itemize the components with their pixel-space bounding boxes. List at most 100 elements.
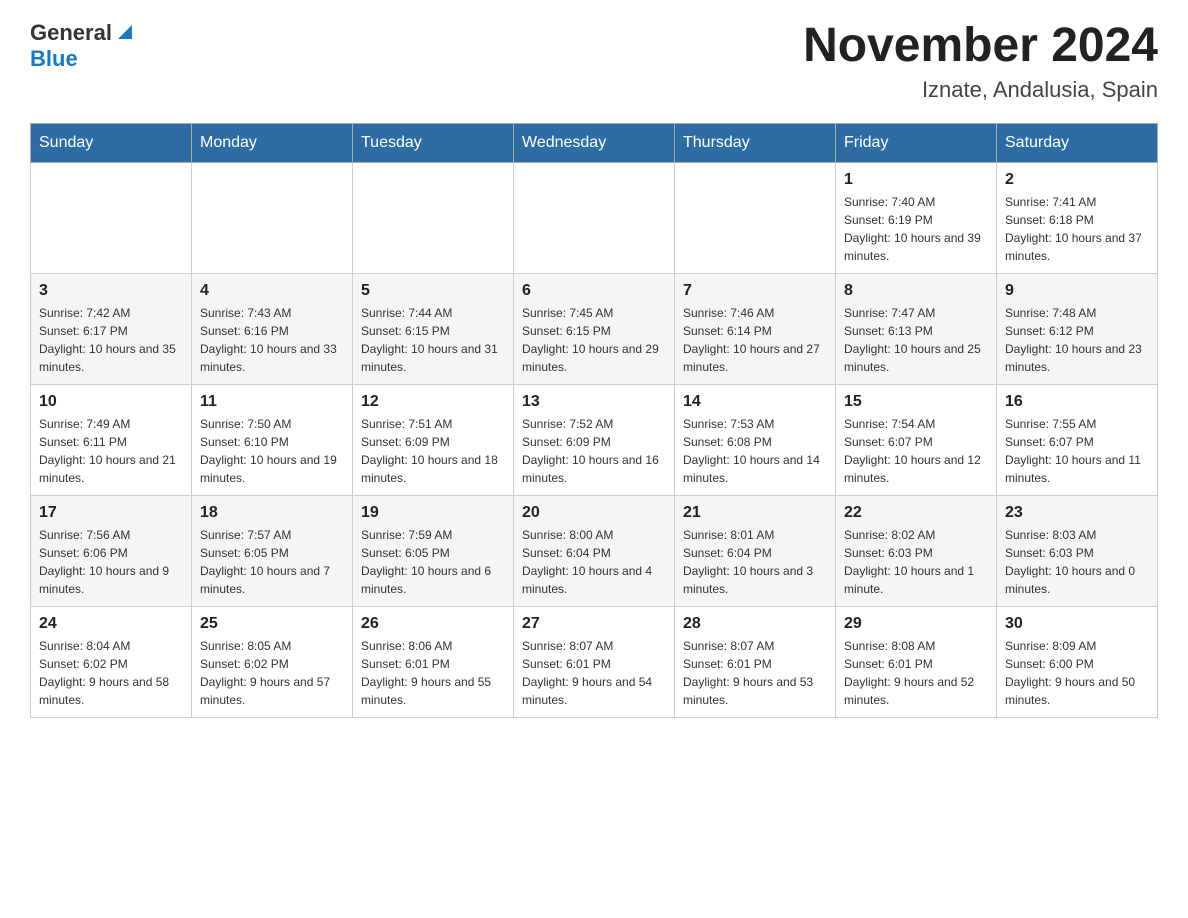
table-row: 12Sunrise: 7:51 AM Sunset: 6:09 PM Dayli…: [353, 384, 514, 495]
day-info: Sunrise: 8:06 AM Sunset: 6:01 PM Dayligh…: [361, 637, 505, 709]
day-number: 25: [200, 615, 344, 633]
table-row: 17 Sunrise: 7:56 AM Sunset: 6:06 PM Dayli…: [31, 495, 192, 606]
day-number: 24: [39, 615, 183, 633]
day-info: Sunrise: 7:45 AM Sunset: 6:15 PM Dayligh…: [522, 304, 666, 376]
day-info: Sunrise: 8:04 AM Sunset: 6:02 PM Dayligh…: [39, 637, 183, 709]
day-info: Sunrise: 7:52 AM Sunset: 6:09 PM Dayligh…: [522, 415, 666, 487]
day-info: Sunrise: 7:55 AM Sunset: 6:07 PM Dayligh…: [1005, 415, 1149, 487]
table-row: 8 Sunrise: 7:47 AM Sunset: 6:13 PM Daylig…: [836, 273, 997, 384]
table-row: 10 Sunrise: 7:49 AM Sunset: 6:11 PM Dayli…: [31, 384, 192, 495]
day-number: 30: [1005, 615, 1149, 633]
day-number: 17: [39, 504, 183, 522]
table-row: 11 Sunrise: 7:50 AM Sunset: 6:10 PM Dayli…: [192, 384, 353, 495]
table-row: 26 Sunrise: 8:06 AM Sunset: 6:01 PM Dayli…: [353, 606, 514, 717]
table-row: 16 Sunrise: 7:55 AM Sunset: 6:07 PM Dayli…: [997, 384, 1158, 495]
calendar-week-row: 10 Sunrise: 7:49 AM Sunset: 6:11 PM Dayli…: [31, 384, 1158, 495]
day-info: Sunrise: 7:56 AM Sunset: 6:06 PM Dayligh…: [39, 526, 183, 598]
calendar-header-row: Sunday Monday Tuesday Wednesday Thursday…: [31, 123, 1158, 162]
calendar-week-row: 1 Sunrise: 7:40 AM Sunset: 6:19 PM Daylig…: [31, 162, 1158, 273]
table-row: 2 Sunrise: 7:41 AM Sunset: 6:18 PM Daylig…: [997, 162, 1158, 273]
day-number: 3: [39, 282, 183, 300]
day-info: Sunrise: 8:03 AM Sunset: 6:03 PM Dayligh…: [1005, 526, 1149, 598]
day-number: 14: [683, 393, 827, 411]
table-row: [31, 162, 192, 273]
day-info: Sunrise: 7:57 AM Sunset: 6:05 PM Dayligh…: [200, 526, 344, 598]
day-info: Sunrise: 7:40 AM Sunset: 6:19 PM Dayligh…: [844, 193, 988, 265]
table-row: 28 Sunrise: 8:07 AM Sunset: 6:01 PM Dayli…: [675, 606, 836, 717]
day-number: 29: [844, 615, 988, 633]
day-info: Sunrise: 7:47 AM Sunset: 6:13 PM Dayligh…: [844, 304, 988, 376]
day-info: Sunrise: 8:07 AM Sunset: 6:01 PM Dayligh…: [522, 637, 666, 709]
day-number: 20: [522, 504, 666, 522]
day-number: 5: [361, 282, 505, 300]
logo-triangle-icon: [114, 21, 136, 43]
day-info: Sunrise: 8:05 AM Sunset: 6:02 PM Dayligh…: [200, 637, 344, 709]
logo-general-text: General: [30, 20, 112, 46]
table-row: 1 Sunrise: 7:40 AM Sunset: 6:19 PM Daylig…: [836, 162, 997, 273]
table-row: 13Sunrise: 7:52 AM Sunset: 6:09 PM Dayli…: [514, 384, 675, 495]
day-info: Sunrise: 7:44 AM Sunset: 6:15 PM Dayligh…: [361, 304, 505, 376]
calendar-week-row: 24 Sunrise: 8:04 AM Sunset: 6:02 PM Dayli…: [31, 606, 1158, 717]
day-number: 22: [844, 504, 988, 522]
day-number: 8: [844, 282, 988, 300]
day-number: 19: [361, 504, 505, 522]
table-row: 30Sunrise: 8:09 AM Sunset: 6:00 PM Dayli…: [997, 606, 1158, 717]
month-title: November 2024: [803, 20, 1158, 73]
day-info: Sunrise: 7:42 AM Sunset: 6:17 PM Dayligh…: [39, 304, 183, 376]
col-saturday: Saturday: [997, 123, 1158, 162]
day-number: 11: [200, 393, 344, 411]
table-row: 27 Sunrise: 8:07 AM Sunset: 6:01 PM Dayli…: [514, 606, 675, 717]
day-info: Sunrise: 7:53 AM Sunset: 6:08 PM Dayligh…: [683, 415, 827, 487]
day-number: 15: [844, 393, 988, 411]
day-info: Sunrise: 7:46 AM Sunset: 6:14 PM Dayligh…: [683, 304, 827, 376]
day-number: 27: [522, 615, 666, 633]
day-number: 1: [844, 171, 988, 189]
col-sunday: Sunday: [31, 123, 192, 162]
calendar-week-row: 17 Sunrise: 7:56 AM Sunset: 6:06 PM Dayli…: [31, 495, 1158, 606]
day-number: 10: [39, 393, 183, 411]
day-info: Sunrise: 8:02 AM Sunset: 6:03 PM Dayligh…: [844, 526, 988, 598]
logo-blue-text: Blue: [30, 46, 78, 71]
day-info: Sunrise: 7:43 AM Sunset: 6:16 PM Dayligh…: [200, 304, 344, 376]
col-monday: Monday: [192, 123, 353, 162]
header: General Blue November 2024 Iznate, Andal…: [30, 20, 1158, 103]
day-number: 23: [1005, 504, 1149, 522]
day-info: Sunrise: 8:00 AM Sunset: 6:04 PM Dayligh…: [522, 526, 666, 598]
col-thursday: Thursday: [675, 123, 836, 162]
table-row: 18 Sunrise: 7:57 AM Sunset: 6:05 PM Dayli…: [192, 495, 353, 606]
day-number: 28: [683, 615, 827, 633]
day-info: Sunrise: 7:41 AM Sunset: 6:18 PM Dayligh…: [1005, 193, 1149, 265]
day-number: 18: [200, 504, 344, 522]
calendar-week-row: 3 Sunrise: 7:42 AM Sunset: 6:17 PM Daylig…: [31, 273, 1158, 384]
day-info: Sunrise: 7:49 AM Sunset: 6:11 PM Dayligh…: [39, 415, 183, 487]
table-row: [514, 162, 675, 273]
day-number: 2: [1005, 171, 1149, 189]
day-number: 16: [1005, 393, 1149, 411]
day-number: 21: [683, 504, 827, 522]
day-info: Sunrise: 8:08 AM Sunset: 6:01 PM Dayligh…: [844, 637, 988, 709]
day-number: 4: [200, 282, 344, 300]
table-row: 20 Sunrise: 8:00 AM Sunset: 6:04 PM Dayli…: [514, 495, 675, 606]
table-row: 15Sunrise: 7:54 AM Sunset: 6:07 PM Dayli…: [836, 384, 997, 495]
table-row: [192, 162, 353, 273]
day-number: 6: [522, 282, 666, 300]
day-number: 7: [683, 282, 827, 300]
table-row: 29 Sunrise: 8:08 AM Sunset: 6:01 PM Dayli…: [836, 606, 997, 717]
table-row: 21Sunrise: 8:01 AM Sunset: 6:04 PM Dayli…: [675, 495, 836, 606]
col-wednesday: Wednesday: [514, 123, 675, 162]
logo: General Blue: [30, 20, 136, 72]
day-number: 9: [1005, 282, 1149, 300]
table-row: 24 Sunrise: 8:04 AM Sunset: 6:02 PM Dayli…: [31, 606, 192, 717]
day-info: Sunrise: 8:07 AM Sunset: 6:01 PM Dayligh…: [683, 637, 827, 709]
table-row: 3 Sunrise: 7:42 AM Sunset: 6:17 PM Daylig…: [31, 273, 192, 384]
title-block: November 2024 Iznate, Andalusia, Spain: [803, 20, 1158, 103]
table-row: 6 Sunrise: 7:45 AM Sunset: 6:15 PM Daylig…: [514, 273, 675, 384]
col-friday: Friday: [836, 123, 997, 162]
day-info: Sunrise: 7:50 AM Sunset: 6:10 PM Dayligh…: [200, 415, 344, 487]
day-number: 26: [361, 615, 505, 633]
table-row: [353, 162, 514, 273]
day-info: Sunrise: 7:59 AM Sunset: 6:05 PM Dayligh…: [361, 526, 505, 598]
day-info: Sunrise: 7:48 AM Sunset: 6:12 PM Dayligh…: [1005, 304, 1149, 376]
table-row: [675, 162, 836, 273]
day-number: 12: [361, 393, 505, 411]
